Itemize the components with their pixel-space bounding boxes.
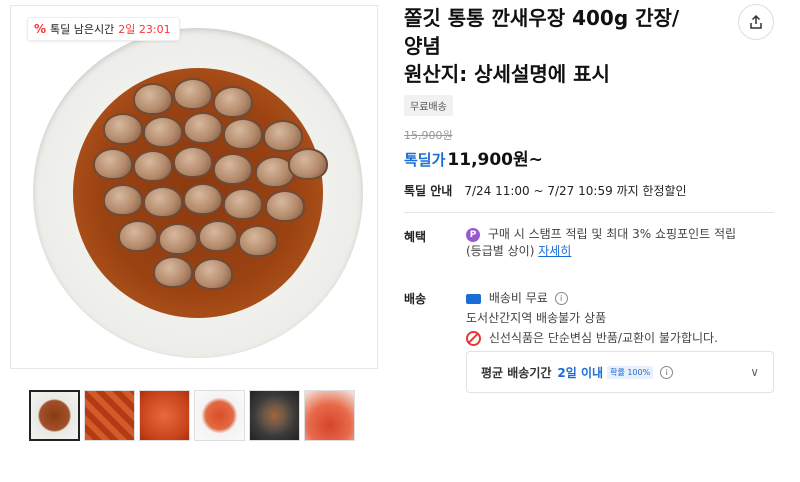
- deal-price: 11,900원~: [447, 150, 543, 170]
- prohibited-icon: [466, 331, 481, 346]
- share-button[interactable]: [738, 4, 774, 40]
- info-icon[interactable]: i: [660, 365, 674, 379]
- divider: [404, 212, 774, 213]
- product-title-line2: 양념: [404, 34, 441, 58]
- benefit-label: 혜택: [404, 230, 427, 244]
- point-icon: P: [466, 227, 480, 242]
- share-icon: [750, 14, 762, 29]
- thumbnail-3[interactable]: [139, 390, 190, 441]
- shipping-content: 배송비 무료 i 도서산간지역 배송불가 상품 신선식품은 단순변심 반품/교환…: [466, 288, 766, 348]
- deal-price-row: 톡딜가 11,900원~: [404, 145, 543, 170]
- product-title: 쫄깃 통통 깐새우장 400g 간장/ 양념 원산지: 상세설명에 표시: [404, 4, 724, 88]
- info-icon[interactable]: i: [554, 292, 568, 305]
- delivery-probability-badge: 확률 100%: [607, 365, 654, 379]
- thumbnail-5[interactable]: [249, 390, 300, 441]
- thumbnail-6[interactable]: [304, 390, 355, 441]
- free-shipping-tag: 무료배송: [404, 95, 453, 116]
- deal-info-label: 톡딜 안내: [404, 184, 453, 198]
- delivery-period-value: 2일 이내: [557, 365, 604, 380]
- delivery-period-label: 평균 배송기간: [481, 365, 552, 380]
- deal-info-text: 7/24 11:00 ~ 7/27 10:59 까지 한정할인: [464, 184, 687, 198]
- thumbnail-strip: [29, 390, 355, 441]
- thumbnail-2[interactable]: [84, 390, 135, 441]
- plate-image: [33, 28, 363, 358]
- shipping-restriction: 도서산간지역 배송불가 상품: [466, 311, 607, 325]
- benefit-content: P 구매 시 스탬프 적립 및 최대 3% 쇼핑포인트 적립 (등급별 상이) …: [466, 226, 766, 260]
- shipping-notice: 신선식품은 단순변심 반품/교환이 불가합니다.: [488, 331, 718, 345]
- benefit-sub: (등급별 상이): [466, 244, 535, 258]
- deal-timer-badge: % 톡딜 남은시간 2일 23:01: [27, 17, 180, 41]
- deal-timer-label: 톡딜 남은시간: [50, 23, 115, 36]
- chevron-down-icon: ∨: [750, 365, 759, 379]
- thumbnail-1[interactable]: [29, 390, 80, 441]
- percent-icon: %: [34, 22, 47, 36]
- shipping-fee: 배송비 무료: [488, 291, 548, 305]
- truck-icon: [466, 293, 481, 304]
- benefit-text: 구매 시 스탬프 적립 및 최대 3% 쇼핑포인트 적립: [487, 227, 737, 241]
- original-price: 15,900원: [404, 129, 453, 142]
- thumbnail-4[interactable]: [194, 390, 245, 441]
- shipping-label: 배송: [404, 292, 427, 306]
- benefit-detail-link[interactable]: 자세히: [538, 244, 571, 258]
- delivery-period-dropdown[interactable]: 평균 배송기간 2일 이내 확률 100% i ∨: [466, 351, 774, 393]
- deal-info-row: 톡딜 안내 7/24 11:00 ~ 7/27 10:59 까지 한정할인: [404, 182, 687, 199]
- product-title-line1: 쫄깃 통통 깐새우장 400g 간장/: [404, 6, 680, 30]
- main-product-image[interactable]: % 톡딜 남은시간 2일 23:01: [10, 5, 378, 369]
- deal-timer-time: 2일 23:01: [118, 23, 171, 36]
- deal-price-label: 톡딜가: [404, 151, 446, 169]
- product-title-line3: 원산지: 상세설명에 표시: [404, 62, 610, 86]
